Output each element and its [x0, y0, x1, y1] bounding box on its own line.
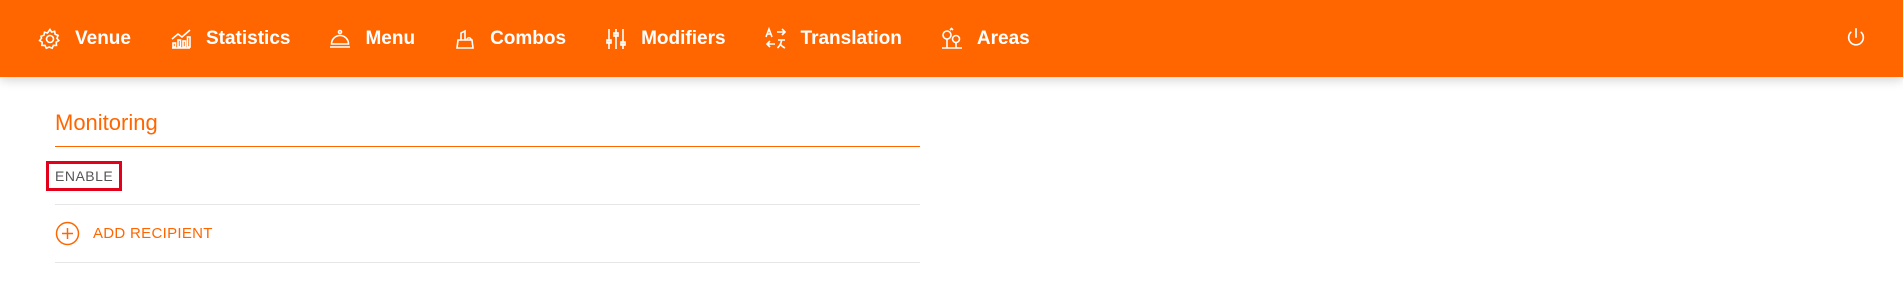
nav-item-label: Areas [976, 27, 1030, 49]
nav-item-areas[interactable]: Areas [940, 26, 1030, 51]
enable-row: ENABLE [46, 147, 920, 205]
power-button[interactable] [1845, 27, 1867, 49]
top-navigation-bar: Venue Statistics Menu Combos Modifiers T… [0, 0, 1903, 77]
nav-item-label: Venue [75, 27, 131, 49]
nav-item-label: Modifiers [641, 27, 726, 49]
nav-item-statistics[interactable]: Statistics [169, 27, 290, 51]
enable-button[interactable]: ENABLE [46, 160, 123, 191]
nav-item-modifiers[interactable]: Modifiers [604, 27, 726, 51]
add-recipient-label: ADD RECIPIENT [93, 225, 213, 242]
plus-circle-icon [55, 221, 80, 246]
chart-icon [169, 27, 193, 51]
sliders-icon [604, 27, 628, 51]
main-content: Monitoring ENABLE ADD RECIPIENT [46, 77, 920, 263]
nav-item-menu[interactable]: Menu [328, 27, 415, 51]
nav-item-label: Menu [365, 27, 416, 49]
section-title: Monitoring [55, 110, 920, 147]
cloche-icon [328, 27, 352, 51]
gear-icon [38, 27, 62, 51]
translate-icon [764, 26, 788, 51]
nav-item-venue[interactable]: Venue [38, 27, 131, 51]
nav-item-label: Combos [490, 27, 567, 49]
power-icon [1847, 28, 1865, 46]
nav-item-combos[interactable]: Combos [453, 27, 566, 51]
combo-icon [453, 27, 477, 51]
nav-item-translation[interactable]: Translation [764, 26, 902, 51]
nav-item-label: Translation [800, 27, 902, 49]
trees-icon [940, 26, 964, 51]
add-recipient-button[interactable]: ADD RECIPIENT [55, 205, 920, 263]
nav-item-label: Statistics [205, 27, 291, 49]
main-nav: Venue Statistics Menu Combos Modifiers T… [38, 0, 1068, 77]
